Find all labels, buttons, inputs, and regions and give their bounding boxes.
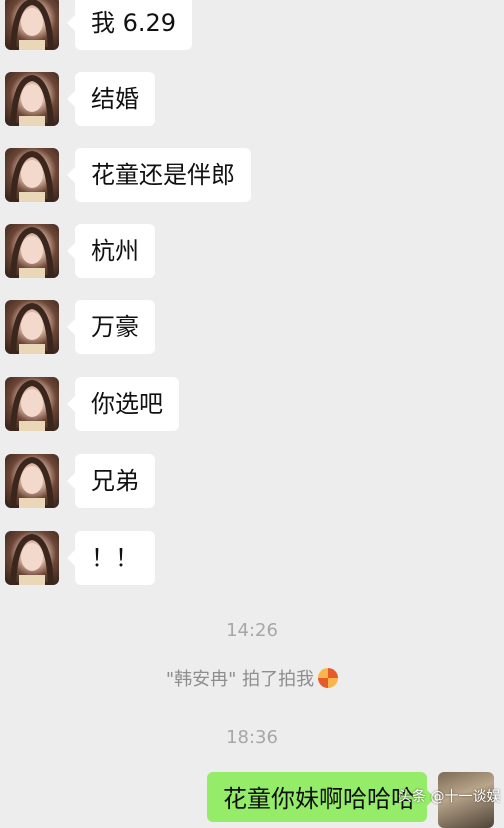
timestamp: 14:26 [226,620,278,641]
contact-avatar[interactable] [5,531,59,585]
message-bubble[interactable]: 结婚 [67,72,155,126]
message-bubble[interactable]: 花童还是伴郎 [67,148,251,202]
contact-avatar[interactable] [5,454,59,508]
contact-avatar[interactable] [5,72,59,126]
contact-avatar[interactable] [5,300,59,354]
contact-avatar[interactable] [5,377,59,431]
system-message: "韩安冉" 拍了拍我 [0,665,504,691]
pat-emoji-icon [318,668,339,688]
system-message-text: "韩安冉" 拍了拍我 [165,669,315,690]
timestamp: 18:36 [226,727,278,748]
message-bubble[interactable]: 你选吧 [67,377,179,431]
message-bubble[interactable]: 兄弟 [67,454,155,508]
message-bubble[interactable]: 万豪 [67,300,155,354]
contact-avatar[interactable] [5,148,59,202]
contact-avatar[interactable] [5,224,59,278]
contact-avatar[interactable] [5,0,59,50]
message-bubble[interactable]: ！！ [67,531,155,585]
message-bubble[interactable]: 我 6.29 [66,0,193,50]
chat-area: 我 6.29 结婚 花童还是伴郎 杭州 万豪 你选吧 兄弟 ！！ 14:26 "… [0,0,504,828]
watermark: 头条 @十一谈娱 [398,789,501,805]
outgoing-bubble[interactable]: 花童你妹啊哈哈哈 [207,772,435,822]
message-bubble[interactable]: 杭州 [67,224,155,278]
